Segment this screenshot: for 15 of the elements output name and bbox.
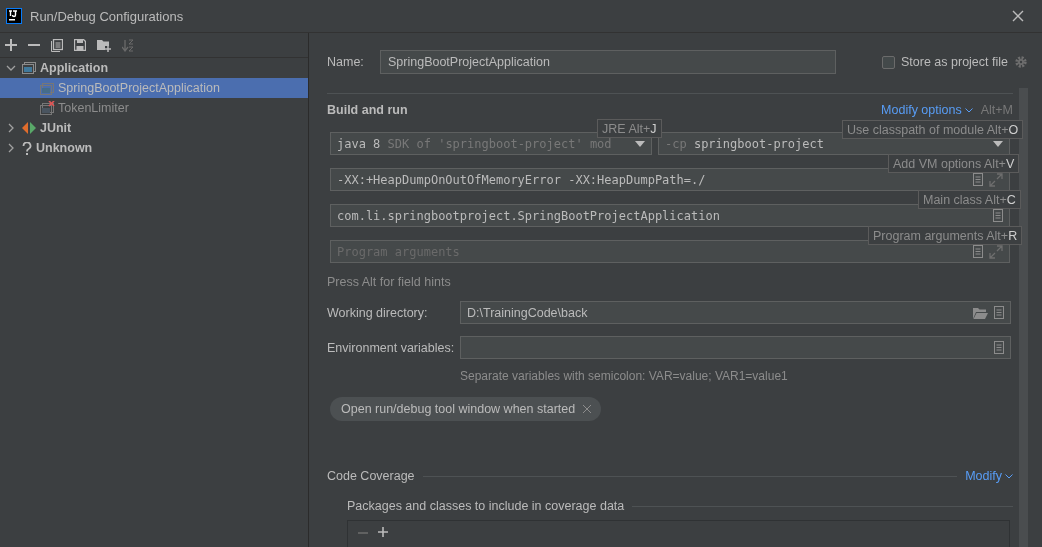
subsection-title: Packages and classes to include in coverage data	[347, 499, 625, 513]
field-label: Environment variables:	[327, 340, 456, 355]
shortcut-tooltip: Add VM options Alt+V	[888, 154, 1020, 173]
shortcut-tooltip: Program arguments Alt+R	[868, 226, 1023, 245]
window-title: Run/Debug Configurations	[30, 8, 185, 24]
field-label: Name:	[327, 55, 365, 69]
shortcut-tooltip: JRE Alt+J	[597, 119, 662, 138]
shortcut-tooltip: Main class Alt+C	[918, 190, 1021, 209]
hint-text: Press Alt for field hints	[327, 275, 452, 289]
field-label: Working directory:	[327, 305, 429, 320]
help-text: Separate variables with semicolon: VAR=value; VAR1=value1	[460, 369, 789, 383]
section-title: Build and run	[327, 103, 409, 117]
shortcut-tooltip: Use classpath of module Alt+O	[842, 120, 1024, 139]
shortcut-text: Alt+M	[980, 103, 1013, 117]
section-title: Code Coverage	[327, 469, 415, 483]
